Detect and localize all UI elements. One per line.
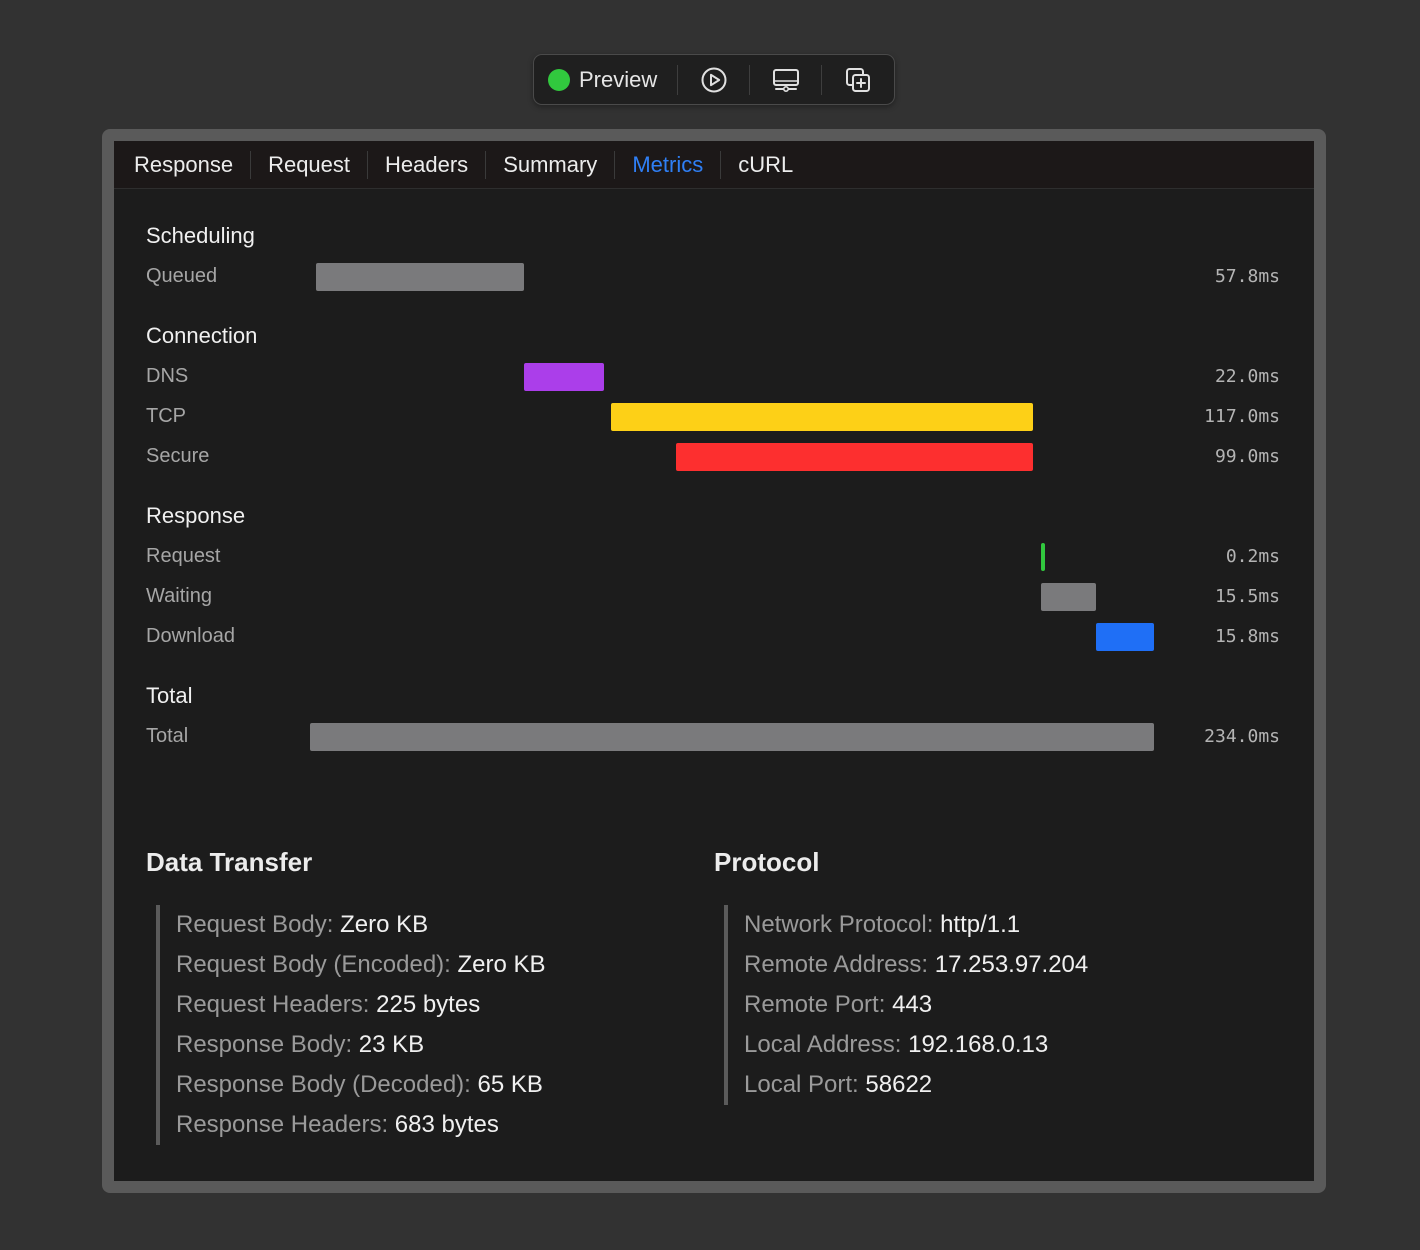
- protocol-list: Network Protocol: http/1.1 Remote Addres…: [724, 905, 1088, 1105]
- response-heading: Response: [146, 503, 246, 528]
- scheduling-heading: Scheduling: [146, 223, 255, 248]
- waiting-bar: [1041, 583, 1096, 611]
- queued-label: Queued: [146, 265, 218, 287]
- total-label: Total: [146, 725, 189, 747]
- secure-value: 99.0ms: [1214, 446, 1280, 467]
- play-button[interactable]: [678, 55, 749, 104]
- duplicate-icon: [845, 67, 870, 92]
- request-value: 0.2ms: [1225, 546, 1280, 567]
- tab-response[interactable]: Response: [117, 150, 252, 179]
- list-item: Local Port: 58622: [744, 1071, 933, 1098]
- dns-value: 22.0ms: [1214, 366, 1280, 387]
- download-value: 15.8ms: [1214, 626, 1280, 647]
- play-icon: [701, 67, 727, 92]
- data-transfer-heading: Data Transfer: [146, 847, 313, 877]
- download-label: Download: [146, 625, 235, 647]
- total-value: 234.0ms: [1204, 726, 1280, 747]
- tab-metrics[interactable]: Metrics: [615, 150, 722, 179]
- total-bar: [310, 723, 1154, 751]
- protocol-heading: Protocol: [714, 847, 820, 877]
- metrics-panel: Response Request Headers Summary Metrics…: [114, 141, 1314, 1181]
- list-item: Request Body (Encoded): Zero KB: [176, 951, 546, 978]
- list-item: Local Address: 192.168.0.13: [744, 1031, 1049, 1058]
- status-indicator-dot: [548, 68, 570, 91]
- list-item: Network Protocol: http/1.1: [744, 911, 1021, 938]
- tab-curl[interactable]: cURL: [721, 151, 810, 179]
- waiting-label: Waiting: [146, 585, 212, 607]
- dns-bar: [524, 363, 604, 391]
- preview-status[interactable]: Preview: [534, 55, 677, 104]
- display-icon: [772, 68, 799, 92]
- secure-label: Secure: [146, 445, 210, 467]
- data-transfer-list: Request Body: Zero KB Request Body (Enco…: [156, 905, 546, 1145]
- request-label: Request: [146, 545, 221, 567]
- inspector-window: Response Request Headers Summary Metrics…: [102, 129, 1326, 1193]
- waiting-value: 15.5ms: [1214, 586, 1280, 607]
- tab-headers[interactable]: Headers: [368, 150, 487, 179]
- list-item: Response Body: 23 KB: [176, 1031, 425, 1058]
- list-item: Request Body: Zero KB: [176, 911, 429, 938]
- secure-bar: [676, 443, 1033, 471]
- request-bar: [1041, 543, 1045, 571]
- tcp-value: 117.0ms: [1204, 406, 1280, 427]
- tab-request[interactable]: Request: [251, 150, 369, 179]
- dns-label: DNS: [146, 365, 189, 387]
- list-item: Response Headers: 683 bytes: [176, 1111, 499, 1138]
- preview-toolbar: Preview: [533, 54, 895, 105]
- list-item: Remote Address: 17.253.97.204: [744, 951, 1089, 978]
- tcp-label: TCP: [146, 405, 186, 427]
- preview-label: Preview: [579, 66, 658, 92]
- connection-heading: Connection: [146, 323, 258, 348]
- queued-bar: [316, 263, 524, 291]
- duplicate-button[interactable]: [822, 55, 893, 104]
- list-item: Request Headers: 225 bytes: [176, 991, 481, 1018]
- list-item: Remote Port: 443: [744, 991, 933, 1018]
- tab-bar: Response Request Headers Summary Metrics…: [114, 141, 1314, 189]
- list-item: Response Body (Decoded): 65 KB: [176, 1071, 543, 1098]
- tcp-bar: [611, 403, 1033, 431]
- queued-value: 57.8ms: [1214, 266, 1280, 287]
- tab-summary[interactable]: Summary: [486, 150, 616, 179]
- total-heading: Total: [146, 683, 193, 708]
- download-bar: [1096, 623, 1154, 651]
- device-preview-button[interactable]: [750, 55, 821, 104]
